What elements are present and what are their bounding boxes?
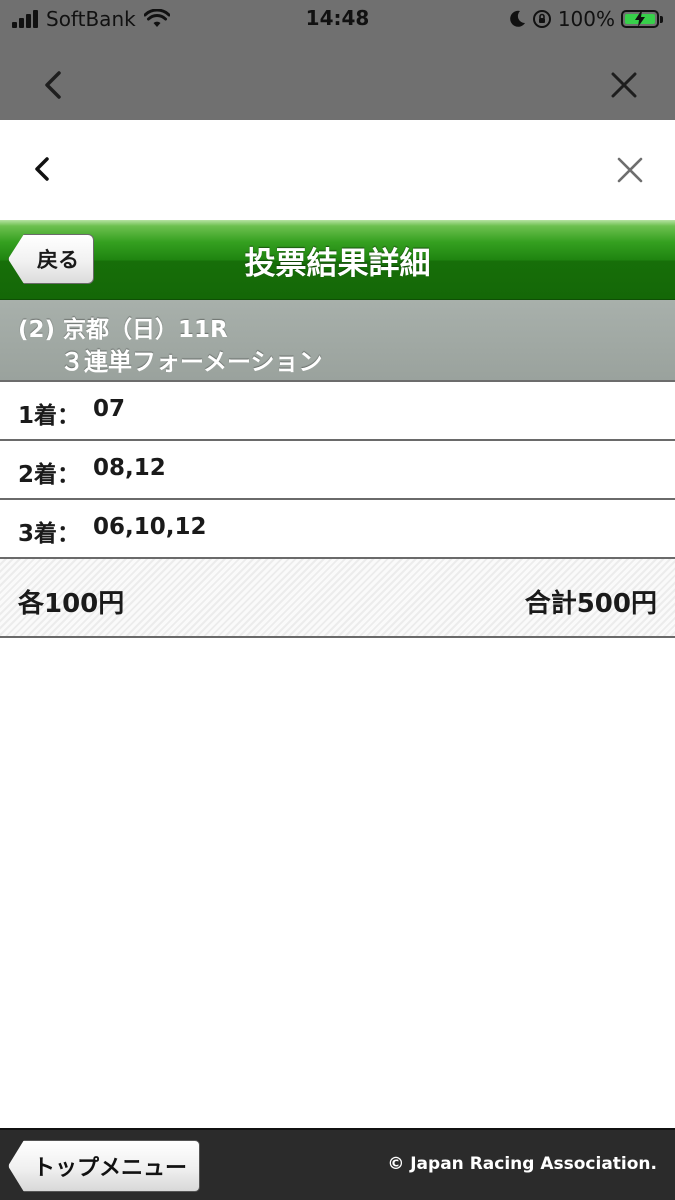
battery-icon <box>621 10 659 28</box>
inner-back-button[interactable] <box>26 152 60 186</box>
selection-numbers: 07 <box>93 396 126 422</box>
battery-indicator <box>621 10 663 28</box>
bet-selections: 1着： 07 2着： 08,12 3着： 06,10,12 <box>0 382 675 559</box>
selection-row-2nd: 2着： 08,12 <box>0 441 675 500</box>
selection-row-3rd: 3着： 06,10,12 <box>0 500 675 559</box>
selection-numbers: 06,10,12 <box>93 514 207 540</box>
charging-bolt-icon <box>623 10 657 28</box>
browser-toolbar <box>0 38 675 120</box>
top-menu-button[interactable]: トップメニュー <box>8 1140 201 1192</box>
close-icon <box>611 72 637 98</box>
close-icon <box>617 157 643 183</box>
footer: トップメニュー © Japan Racing Association. <box>0 1128 675 1200</box>
moon-icon <box>510 10 525 27</box>
battery-tip <box>660 15 663 23</box>
rotation-lock-icon <box>532 10 551 28</box>
selection-numbers: 08,12 <box>93 455 166 481</box>
inner-close-button[interactable] <box>612 152 648 188</box>
selection-position: 1着： <box>18 403 81 429</box>
selection-row-1st: 1着： 07 <box>0 382 675 441</box>
chevron-left-icon <box>35 157 49 181</box>
status-right: 100% <box>508 7 663 31</box>
browser-close-button[interactable] <box>606 67 642 103</box>
back-button[interactable]: 戻る <box>8 234 94 284</box>
browser-back-button[interactable] <box>36 67 72 103</box>
copyright-text: © Japan Racing Association. <box>387 1154 657 1174</box>
title-bar: 投票結果詳細 戻る <box>0 220 675 300</box>
selection-position: 3着： <box>18 521 81 547</box>
race-header: (2) 京都（日）11R ３連単フォーメーション <box>0 300 675 382</box>
amount-row: 各100円 合計500円 <box>0 559 675 638</box>
bet-type: ３連単フォーメーション <box>60 348 323 376</box>
selection-position: 2着： <box>18 462 81 488</box>
amount-each: 各100円 <box>18 589 125 619</box>
amount-total: 合計500円 <box>524 589 657 619</box>
page-title: 投票結果詳細 <box>244 245 431 282</box>
inner-toolbar <box>0 120 675 220</box>
chevron-left-icon <box>45 71 61 99</box>
status-bar: SoftBank 14:48 100% <box>0 0 675 38</box>
race-info: (2) 京都（日）11R <box>18 317 228 343</box>
battery-percentage: 100% <box>557 7 615 31</box>
